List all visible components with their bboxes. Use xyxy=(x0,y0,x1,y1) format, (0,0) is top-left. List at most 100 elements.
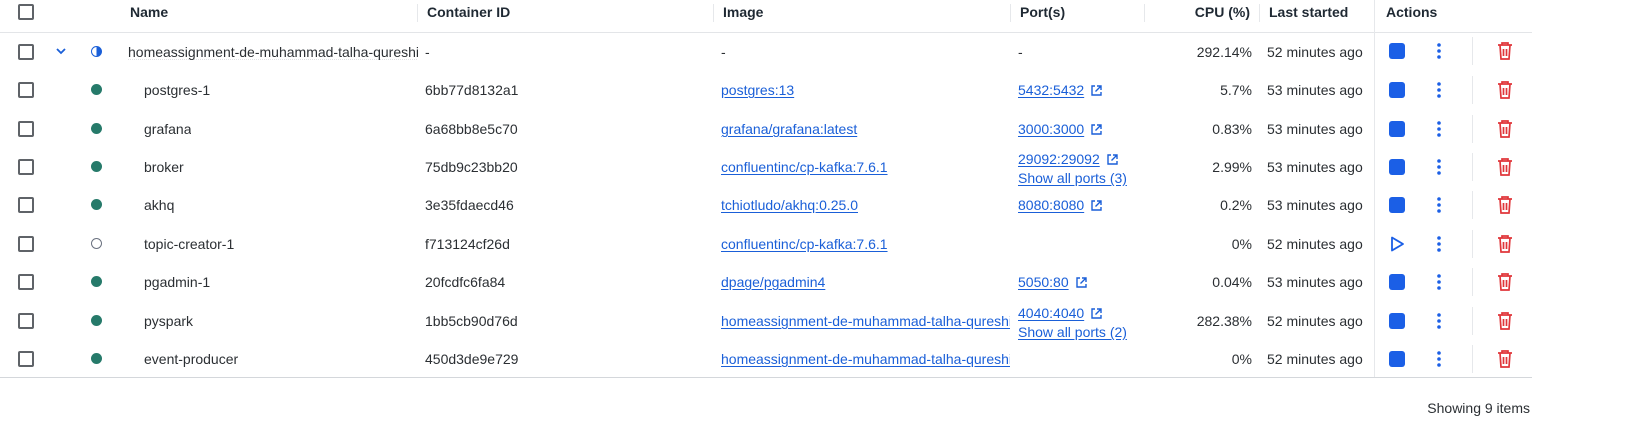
port-mapping[interactable]: 5432:5432 xyxy=(1018,82,1084,98)
kebab-menu-icon[interactable] xyxy=(1429,272,1449,292)
image-link[interactable]: homeassignment-de-muhammad-talha-qureshi xyxy=(721,351,1010,367)
compose-group-row[interactable]: homeassignment-de-muhammad-talha-qureshi… xyxy=(0,33,1532,71)
port-link[interactable]: 3000:3000 xyxy=(1018,121,1103,137)
group-last-started: 52 minutes ago xyxy=(1267,44,1363,60)
row-checkbox[interactable] xyxy=(18,82,34,98)
row-checkbox[interactable] xyxy=(18,159,34,175)
stop-icon[interactable] xyxy=(1389,82,1405,98)
external-link-icon[interactable] xyxy=(1090,199,1103,212)
kebab-menu-icon[interactable] xyxy=(1429,41,1449,61)
play-icon[interactable] xyxy=(1388,235,1406,253)
row-checkbox[interactable] xyxy=(18,121,34,137)
cpu-usage: 2.99% xyxy=(1212,159,1252,175)
port-mapping[interactable]: 3000:3000 xyxy=(1018,121,1084,137)
trash-icon[interactable] xyxy=(1496,80,1514,100)
half-circle-status-icon xyxy=(91,46,102,57)
external-link-icon[interactable] xyxy=(1106,153,1119,166)
port-link[interactable]: 5050:80 xyxy=(1018,274,1088,290)
trash-icon[interactable] xyxy=(1496,311,1514,331)
image-link[interactable]: grafana/grafana:latest xyxy=(721,121,1010,137)
container-id: 6bb77d8132a1 xyxy=(425,82,519,98)
port-mapping[interactable]: 5050:80 xyxy=(1018,274,1069,290)
port-link[interactable]: 4040:4040 xyxy=(1018,305,1103,321)
port-mapping[interactable]: 8080:8080 xyxy=(1018,197,1084,213)
external-link-icon[interactable] xyxy=(1075,276,1088,289)
header-image[interactable]: Image xyxy=(723,0,763,25)
trash-icon[interactable] xyxy=(1496,349,1514,369)
container-name[interactable]: pyspark xyxy=(144,313,193,329)
image-link[interactable]: tchiotludo/akhq:0.25.0 xyxy=(721,197,1010,213)
column-divider[interactable] xyxy=(1144,4,1145,22)
trash-icon[interactable] xyxy=(1496,119,1514,139)
select-all-checkbox[interactable] xyxy=(18,4,34,20)
cpu-usage: 0.2% xyxy=(1220,197,1252,213)
row-checkbox[interactable] xyxy=(18,197,34,213)
port-mapping[interactable]: 4040:4040 xyxy=(1018,305,1084,321)
row-checkbox[interactable] xyxy=(18,236,34,252)
container-name[interactable]: postgres-1 xyxy=(144,82,210,98)
column-divider[interactable] xyxy=(1259,4,1260,22)
stop-icon[interactable] xyxy=(1389,313,1405,329)
image-link[interactable]: confluentinc/cp-kafka:7.6.1 xyxy=(721,159,1010,175)
show-all-ports-link[interactable]: Show all ports (2) xyxy=(1018,324,1127,340)
stop-icon[interactable] xyxy=(1389,274,1405,290)
container-name[interactable]: akhq xyxy=(144,197,174,213)
header-container-id[interactable]: Container ID xyxy=(427,0,510,25)
kebab-menu-icon[interactable] xyxy=(1429,195,1449,215)
port-link[interactable]: 29092:29092 xyxy=(1018,151,1119,167)
group-cpu: 292.14% xyxy=(1196,44,1252,60)
image-link[interactable]: confluentinc/cp-kafka:7.6.1 xyxy=(721,236,1010,252)
kebab-menu-icon[interactable] xyxy=(1429,234,1449,254)
column-divider[interactable] xyxy=(1010,4,1011,22)
container-name[interactable]: pgadmin-1 xyxy=(144,274,210,290)
cpu-usage: 0.83% xyxy=(1212,121,1252,137)
row-checkbox[interactable] xyxy=(18,44,34,60)
container-name[interactable]: broker xyxy=(144,159,184,175)
header-last-started[interactable]: Last started xyxy=(1269,0,1348,25)
container-name[interactable]: event-producer xyxy=(144,351,238,367)
stop-icon[interactable] xyxy=(1389,197,1405,213)
kebab-menu-icon[interactable] xyxy=(1429,119,1449,139)
header-name[interactable]: Name xyxy=(130,0,168,25)
kebab-menu-icon[interactable] xyxy=(1429,349,1449,369)
stop-icon[interactable] xyxy=(1389,43,1405,59)
last-started: 52 minutes ago xyxy=(1267,351,1363,367)
row-checkbox[interactable] xyxy=(18,351,34,367)
container-name[interactable]: grafana xyxy=(144,121,191,137)
column-divider[interactable] xyxy=(417,4,418,22)
stop-icon[interactable] xyxy=(1389,121,1405,137)
trash-icon[interactable] xyxy=(1496,195,1514,215)
cpu-usage: 5.7% xyxy=(1220,82,1252,98)
row-checkbox[interactable] xyxy=(18,313,34,329)
column-divider[interactable] xyxy=(713,4,714,22)
external-link-icon[interactable] xyxy=(1090,123,1103,136)
chevron-down-icon[interactable] xyxy=(54,44,68,61)
running-status-icon xyxy=(91,276,102,287)
external-link-icon[interactable] xyxy=(1090,84,1103,97)
port-link[interactable]: 5432:5432 xyxy=(1018,82,1103,98)
trash-icon[interactable] xyxy=(1496,234,1514,254)
trash-icon[interactable] xyxy=(1496,272,1514,292)
header-ports[interactable]: Port(s) xyxy=(1020,0,1065,25)
kebab-menu-icon[interactable] xyxy=(1429,80,1449,100)
port-mapping[interactable]: 29092:29092 xyxy=(1018,151,1100,167)
port-link[interactable]: 8080:8080 xyxy=(1018,197,1103,213)
trash-icon[interactable] xyxy=(1496,41,1514,61)
image-link[interactable]: postgres:13 xyxy=(721,82,1010,98)
container-name[interactable]: topic-creator-1 xyxy=(144,236,234,252)
image-link[interactable]: dpage/pgadmin4 xyxy=(721,274,1010,290)
trash-icon[interactable] xyxy=(1496,157,1514,177)
header-cpu[interactable]: CPU (%) xyxy=(1150,0,1250,25)
group-ports: - xyxy=(1018,44,1023,60)
kebab-menu-icon[interactable] xyxy=(1429,157,1449,177)
row-checkbox[interactable] xyxy=(18,274,34,290)
image-link[interactable]: homeassignment-de-muhammad-talha-qureshi xyxy=(721,313,1010,329)
kebab-menu-icon[interactable] xyxy=(1429,311,1449,331)
stop-icon[interactable] xyxy=(1389,159,1405,175)
external-link-icon[interactable] xyxy=(1090,307,1103,320)
actions-column-divider xyxy=(1374,0,1375,378)
show-all-ports-link[interactable]: Show all ports (3) xyxy=(1018,170,1127,186)
group-name[interactable]: homeassignment-de-muhammad-talha-qureshi xyxy=(128,44,418,60)
running-status-icon xyxy=(91,199,102,210)
stop-icon[interactable] xyxy=(1389,351,1405,367)
